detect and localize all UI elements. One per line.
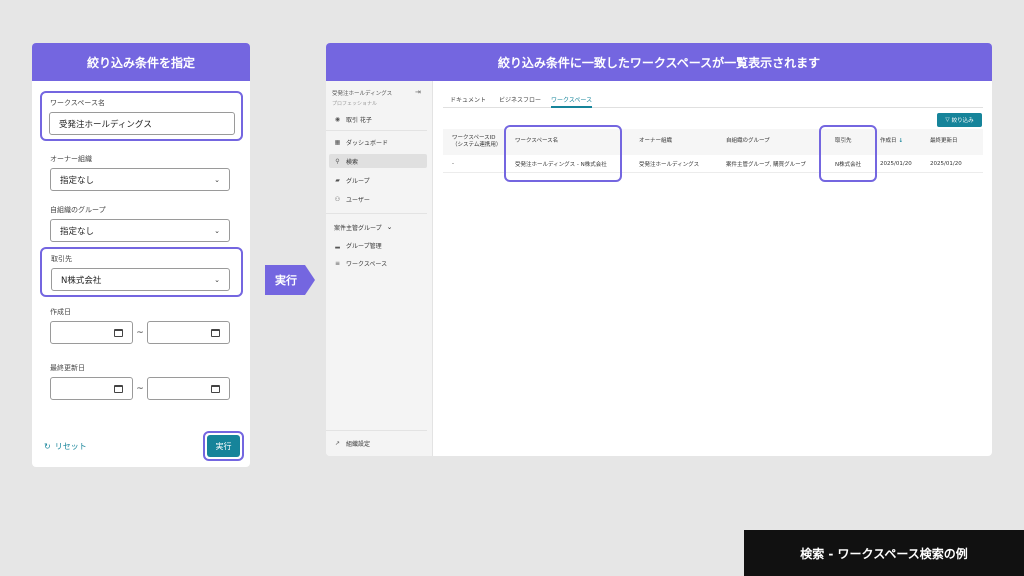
cell-owner-org: 受発注ホールディングス (639, 161, 700, 168)
date-separator: ~ (136, 383, 144, 394)
calendar-icon[interactable] (211, 328, 220, 337)
filter-icon: ▽ (945, 117, 950, 123)
sidebar-item-label: ダッシュボード (346, 139, 389, 147)
updated-date-from-input[interactable] (50, 377, 133, 400)
updated-date-to-input[interactable] (147, 377, 230, 400)
chevron-down-icon: ⌄ (386, 223, 393, 231)
own-group-value: 指定なし (60, 226, 95, 237)
sidebar-section-project-group[interactable]: 案件主管グループ ⌄ (329, 220, 427, 234)
tab-bar: ドキュメント ビジネスフロー ワークスペース (443, 95, 983, 108)
workspace-icon: ≡ (334, 259, 341, 267)
calendar-icon[interactable] (211, 384, 220, 393)
filter-button-label: 絞り込み (951, 118, 974, 124)
dashboard-icon: ▦ (334, 138, 341, 146)
sidebar-item-label: グループ管理 (346, 242, 382, 250)
users-icon: ⚇ (334, 195, 341, 203)
date-separator: ~ (136, 327, 144, 338)
filter-panel-title: 絞り込み条件を指定 (32, 43, 250, 81)
partner-label: 取引先 (51, 255, 72, 263)
sidebar-item-label: ワークスペース (346, 260, 388, 268)
col-owner-org: オーナー組織 (639, 138, 673, 145)
cell-own-group: 案件主管グループ, 購買グループ (726, 161, 806, 168)
results-panel-title: 絞り込み条件に一致したワークスペースが一覧表示されます (326, 43, 992, 81)
section-label: 案件主管グループ (334, 224, 382, 232)
sort-down-icon[interactable]: ↓ (899, 138, 904, 145)
sidebar-user[interactable]: ◉ 取引 花子 (329, 112, 427, 126)
divider (326, 430, 427, 431)
sidebar-item-groups[interactable]: ▰ グループ (329, 173, 427, 187)
user-icon: ◉ (334, 115, 341, 123)
external-link-icon: ↗ (334, 439, 341, 447)
sidebar-item-users[interactable]: ⚇ ユーザー (329, 192, 427, 206)
calendar-icon[interactable] (114, 328, 123, 337)
created-date-from-input[interactable] (50, 321, 133, 344)
workspace-name-label: ワークスペース名 (50, 99, 105, 107)
sidebar-item-org-settings[interactable]: ↗ 組織設定 (329, 436, 427, 450)
sidebar-item-search[interactable]: ⚲ 検索 (329, 154, 427, 168)
sidebar-item-label: 組織設定 (346, 440, 371, 448)
tab-workspace[interactable]: ワークスペース (551, 95, 593, 108)
org-name: 受発注ホールディングス (332, 91, 393, 97)
folder-icon: ▰ (335, 176, 340, 184)
reset-button[interactable]: ↻ リセット (44, 441, 87, 452)
owner-org-group: オーナー組織 指定なし ⌄ (50, 154, 230, 191)
col-own-group: 自組織のグループ (726, 138, 770, 145)
cell-workspace-id: - (452, 160, 454, 167)
sidebar-item-label: グループ (346, 177, 370, 185)
partner-select[interactable]: N株式会社 ⌄ (51, 268, 230, 291)
created-date-to-input[interactable] (147, 321, 230, 344)
divider (326, 130, 427, 131)
divider (326, 213, 427, 214)
user-name: 取引 花子 (346, 116, 372, 124)
results-panel: 絞り込み条件に一致したワークスペースが一覧表示されます 受発注ホールディングス … (326, 43, 992, 456)
sidebar-item-label: 検索 (346, 158, 359, 166)
col-created-date[interactable]: 作成日 ↓ (880, 129, 903, 155)
refresh-icon: ↻ (44, 442, 51, 451)
partner-group: 取引先 N株式会社 ⌄ (40, 247, 243, 297)
chevron-down-icon: ⌄ (214, 275, 220, 284)
updated-date-label: 最終更新日 (50, 364, 85, 372)
chevron-down-icon: ⌄ (214, 226, 220, 235)
filter-panel: 絞り込み条件を指定 ワークスペース名 受発注ホールディングス オーナー組織 指定… (32, 43, 250, 467)
col-workspace-id: ワークスペースID （システム連携用） (452, 134, 502, 148)
search-icon: ⚲ (335, 157, 340, 165)
created-date-group: 作成日 ~ (50, 307, 240, 344)
cell-updated-date: 2025/01/20 (930, 160, 962, 167)
plan-name: プロフェッショナル (332, 101, 378, 107)
group-management-icon: ▂ (335, 241, 340, 249)
reset-label: リセット (54, 442, 87, 451)
partner-value: N株式会社 (61, 275, 102, 286)
workspace-name-input[interactable]: 受発注ホールディングス (49, 112, 235, 135)
own-group-select[interactable]: 指定なし ⌄ (50, 219, 230, 242)
tab-documents[interactable]: ドキュメント (450, 95, 486, 108)
cell-created-date: 2025/01/20 (880, 160, 912, 167)
owner-org-value: 指定なし (60, 175, 95, 186)
workspace-name-group: ワークスペース名 受発注ホールディングス (40, 91, 243, 141)
partner-highlight (819, 125, 877, 182)
owner-org-select[interactable]: 指定なし ⌄ (50, 168, 230, 191)
workspace-name-highlight (504, 125, 622, 182)
logout-icon[interactable]: ⇥ (415, 88, 421, 96)
filter-button[interactable]: ▽ 絞り込み (937, 113, 982, 127)
sidebar-item-group-management[interactable]: ▂ グループ管理 (329, 238, 427, 252)
col-updated-date: 最終更新日 (930, 138, 958, 145)
flow-arrow: 実行 (265, 265, 315, 295)
sidebar-item-label: ユーザー (346, 196, 370, 204)
sidebar-item-dashboard[interactable]: ▦ ダッシュボード (329, 135, 427, 149)
chevron-down-icon: ⌄ (214, 175, 220, 184)
own-group-group: 自組織のグループ 指定なし ⌄ (50, 205, 230, 242)
updated-date-group: 最終更新日 ~ (50, 363, 240, 400)
own-group-label: 自組織のグループ (50, 206, 106, 214)
run-button[interactable]: 実行 (207, 435, 240, 457)
owner-org-label: オーナー組織 (50, 155, 92, 163)
calendar-icon[interactable] (114, 384, 123, 393)
sidebar: 受発注ホールディングス プロフェッショナル ⇥ ◉ 取引 花子 ▦ ダッシュボー… (326, 81, 433, 456)
created-date-label: 作成日 (50, 308, 71, 316)
caption: 検索 - ワークスペース検索の例 (744, 530, 1024, 576)
tab-business-flow[interactable]: ビジネスフロー (499, 95, 541, 108)
sidebar-item-workspace[interactable]: ≡ ワークスペース (329, 256, 427, 270)
arrow-label: 実行 (275, 274, 297, 287)
col-created-date-label: 作成日 (880, 138, 897, 145)
run-button-highlight: 実行 (203, 431, 244, 461)
